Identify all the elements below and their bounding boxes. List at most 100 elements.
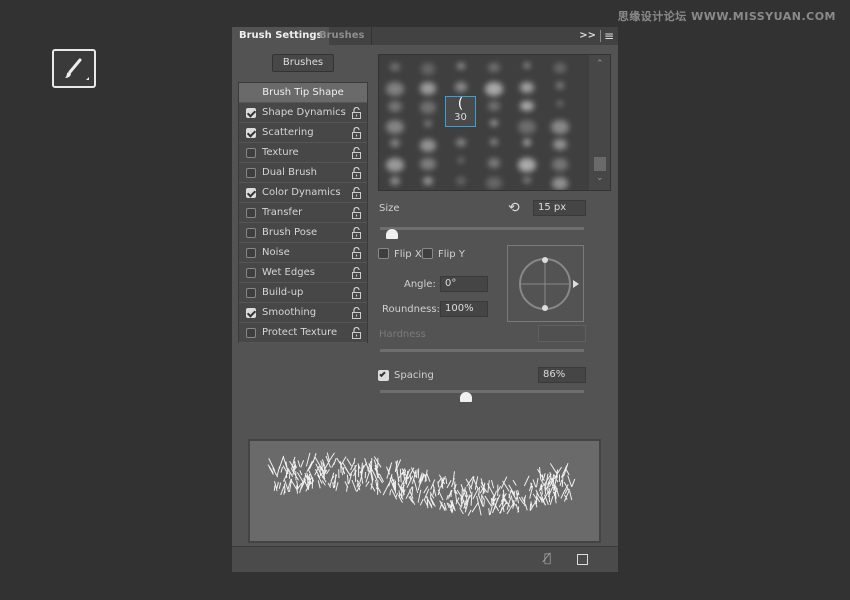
collapse-icon[interactable]: >> xyxy=(579,30,596,41)
brush-tip-thumbnail[interactable] xyxy=(457,63,464,69)
lock-icon[interactable] xyxy=(352,287,361,299)
scroll-thumb[interactable] xyxy=(594,157,606,171)
brush-tip-thumbnail[interactable] xyxy=(554,63,567,73)
brush-tip-thumbnail[interactable] xyxy=(420,101,436,114)
option-wet-edges[interactable]: Wet Edges xyxy=(239,263,367,283)
brush-tip-grid[interactable]: ⌃ ⌄ ( 30 xyxy=(378,54,611,191)
scrollbar[interactable]: ⌃ ⌄ xyxy=(589,55,611,191)
brush-tip-thumbnail[interactable] xyxy=(524,63,531,68)
brush-tip-thumbnail[interactable] xyxy=(388,101,402,112)
brush-tip-thumbnail[interactable] xyxy=(523,139,532,146)
brush-tip-thumbnail[interactable] xyxy=(420,158,436,170)
option-checkbox[interactable] xyxy=(246,148,256,158)
brush-tip-thumbnail[interactable] xyxy=(520,82,534,93)
brush-tip-thumbnail[interactable] xyxy=(557,101,563,106)
option-scattering[interactable]: Scattering xyxy=(239,123,367,143)
brush-tip-thumbnail[interactable] xyxy=(390,139,401,147)
brush-tip-thumbnail[interactable] xyxy=(523,177,531,183)
option-dual-brush[interactable]: Dual Brush xyxy=(239,163,367,183)
option-checkbox[interactable] xyxy=(246,188,256,198)
lock-icon[interactable] xyxy=(352,127,361,139)
brush-tip-thumbnail[interactable] xyxy=(390,63,400,71)
create-new-brush-icon[interactable] xyxy=(577,554,588,565)
option-brush-tip-shape[interactable]: Brush Tip Shape xyxy=(239,83,367,103)
option-color-dynamics[interactable]: Color Dynamics xyxy=(239,183,367,203)
option-checkbox[interactable] xyxy=(246,208,256,218)
flip-y-checkbox[interactable] xyxy=(422,248,433,259)
scroll-down-icon[interactable]: ⌄ xyxy=(596,173,604,183)
option-noise[interactable]: Noise xyxy=(239,243,367,263)
brush-tip-thumbnail[interactable] xyxy=(490,139,498,145)
option-checkbox[interactable] xyxy=(246,288,256,298)
lock-icon[interactable] xyxy=(352,267,361,279)
brush-tip-thumbnail[interactable] xyxy=(424,120,433,127)
brush-tip-thumbnail[interactable] xyxy=(455,82,467,92)
option-checkbox[interactable] xyxy=(246,128,256,138)
option-transfer[interactable]: Transfer xyxy=(239,203,367,223)
option-texture[interactable]: Texture xyxy=(239,143,367,163)
option-checkbox[interactable] xyxy=(246,168,256,178)
brush-tip-thumbnail[interactable] xyxy=(420,82,437,95)
tab-brushes[interactable]: Brushes xyxy=(312,27,372,45)
brush-tip-thumbnail[interactable] xyxy=(423,177,433,185)
option-brush-pose[interactable]: Brush Pose xyxy=(239,223,367,243)
brush-tip-thumbnail[interactable] xyxy=(556,82,564,89)
toggle-live-tip-preview-icon[interactable]: 👁̸ xyxy=(544,551,551,565)
brush-tip-thumbnail[interactable] xyxy=(490,120,498,126)
brush-tip-thumbnail[interactable] xyxy=(456,139,465,146)
panel-menu-icon[interactable]: ≡ xyxy=(604,29,614,43)
brush-tip-thumbnail[interactable] xyxy=(420,139,436,152)
brush-tip-thumbnail[interactable] xyxy=(386,120,404,134)
size-input[interactable]: 15 px xyxy=(533,200,586,216)
roundness-input[interactable]: 100% xyxy=(440,301,488,317)
lock-icon[interactable] xyxy=(352,247,361,259)
brush-tip-thumbnail[interactable] xyxy=(551,120,569,134)
brush-tip-thumbnail[interactable] xyxy=(518,120,535,134)
angle-roundness-widget[interactable] xyxy=(507,245,584,322)
option-checkbox[interactable] xyxy=(246,108,256,118)
size-slider[interactable] xyxy=(380,227,584,230)
brushes-button[interactable]: Brushes xyxy=(272,54,334,72)
brush-tool-button[interactable] xyxy=(52,49,96,88)
option-checkbox[interactable] xyxy=(246,268,256,278)
lock-icon[interactable] xyxy=(352,167,361,179)
brush-tip-thumbnail[interactable] xyxy=(386,82,403,96)
spacing-slider-thumb[interactable] xyxy=(460,392,472,402)
brush-tip-thumbnail[interactable] xyxy=(518,158,535,172)
brush-tip-thumbnail[interactable] xyxy=(488,158,501,168)
flip-x-checkbox[interactable] xyxy=(378,248,389,259)
option-shape-dynamics[interactable]: Shape Dynamics xyxy=(239,103,367,123)
brush-tip-thumbnail[interactable] xyxy=(456,177,466,185)
scroll-up-icon[interactable]: ⌃ xyxy=(596,59,604,69)
lock-icon[interactable] xyxy=(352,207,361,219)
spacing-checkbox[interactable] xyxy=(378,370,389,381)
lock-icon[interactable] xyxy=(352,327,361,339)
size-slider-thumb[interactable] xyxy=(386,229,398,239)
brush-tip-thumbnail[interactable] xyxy=(486,177,501,189)
angle-input[interactable]: 0° xyxy=(440,276,488,292)
option-checkbox[interactable] xyxy=(246,308,256,318)
option-checkbox[interactable] xyxy=(246,248,256,258)
spacing-slider[interactable] xyxy=(380,390,584,393)
option-build-up[interactable]: Build-up xyxy=(239,283,367,303)
option-checkbox[interactable] xyxy=(246,228,256,238)
brush-tip-thumbnail[interactable] xyxy=(390,177,400,185)
brush-tip-thumbnail[interactable] xyxy=(488,101,501,111)
brush-tip-thumbnail[interactable] xyxy=(553,139,567,150)
option-protect-texture[interactable]: Protect Texture xyxy=(239,323,367,343)
brush-tip-thumbnail[interactable] xyxy=(552,158,569,171)
lock-icon[interactable] xyxy=(352,227,361,239)
brush-tip-thumbnail[interactable] xyxy=(488,63,499,72)
brush-tip-thumbnail[interactable] xyxy=(421,63,435,75)
lock-icon[interactable] xyxy=(352,107,361,119)
brush-tip-thumbnail[interactable] xyxy=(552,177,568,190)
brush-tip-thumbnail[interactable] xyxy=(386,158,403,172)
option-smoothing[interactable]: Smoothing xyxy=(239,303,367,323)
brush-tip-thumbnail[interactable] xyxy=(458,158,464,163)
option-checkbox[interactable] xyxy=(246,328,256,338)
lock-icon[interactable] xyxy=(352,187,361,199)
brush-tip-thumbnail[interactable] xyxy=(520,101,533,111)
reset-size-icon[interactable]: ⟲ xyxy=(508,200,520,216)
brush-tip-thumbnail[interactable] xyxy=(485,82,502,96)
lock-icon[interactable] xyxy=(352,307,361,319)
